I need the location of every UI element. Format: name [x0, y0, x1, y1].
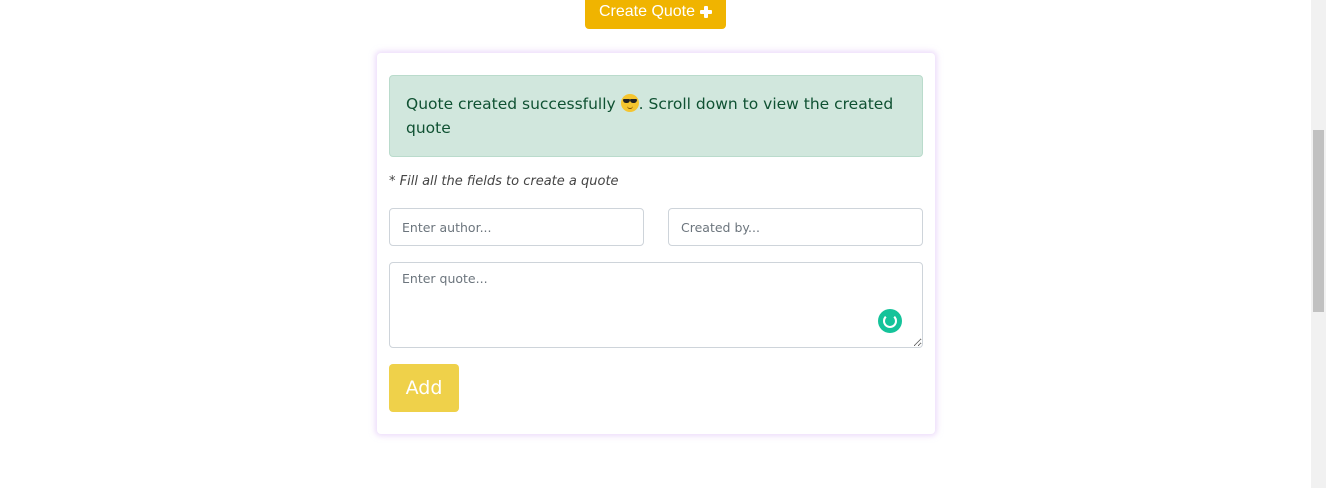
vertical-scrollbar[interactable]: [1311, 0, 1326, 488]
success-alert: Quote created successfully . Scroll down…: [389, 75, 923, 157]
form-hint: * Fill all the fields to create a quote: [389, 174, 619, 189]
create-quote-card: Quote created successfully . Scroll down…: [377, 53, 935, 434]
quote-textarea[interactable]: [389, 262, 923, 348]
scrollbar-thumb[interactable]: [1313, 130, 1324, 312]
page: Create Quote Quote created successfully …: [0, 0, 1326, 488]
sunglasses-face-icon: [620, 94, 639, 112]
create-quote-label: Create Quote: [598, 3, 696, 20]
grammarly-icon[interactable]: [878, 309, 902, 333]
plus-icon: [700, 6, 713, 18]
create-quote-button[interactable]: Create Quote: [585, 0, 726, 29]
author-input[interactable]: [389, 208, 644, 246]
created-by-input[interactable]: [668, 208, 923, 246]
add-button[interactable]: Add: [389, 364, 459, 412]
alert-text-start: Quote created successfully: [406, 95, 621, 113]
